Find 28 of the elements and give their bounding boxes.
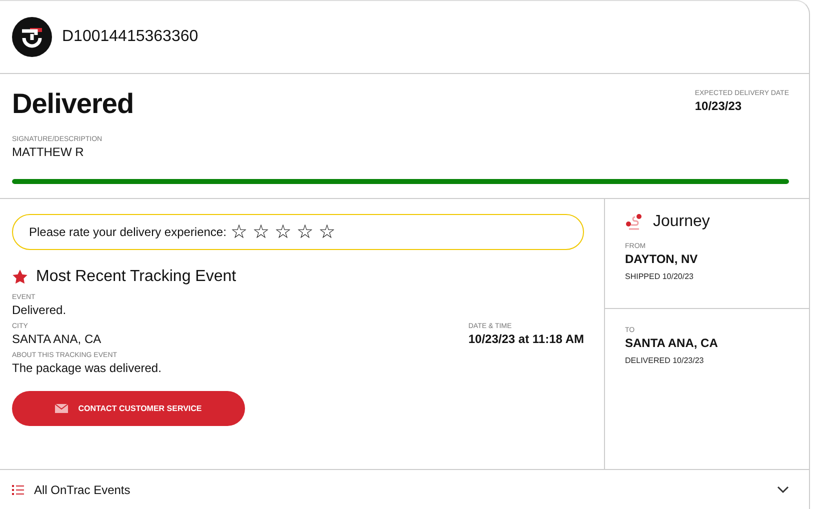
stop-date: SHIPPED 10/20/23 xyxy=(625,272,694,282)
star-icon[interactable]: ☆ xyxy=(230,222,248,242)
chevron-icon[interactable] xyxy=(777,486,789,494)
expected-date: 10/23/23 xyxy=(694,99,743,114)
section-title: Most Recent Tracking Event xyxy=(36,268,236,286)
accordion-title[interactable]: All OnTrac Events xyxy=(34,482,767,497)
route-icon xyxy=(625,213,643,232)
field-value: SANTA ANA, CA xyxy=(12,332,102,346)
rating-prompt: Please rate your delivery experience: xyxy=(29,225,226,240)
star-icon[interactable]: ☆ xyxy=(252,222,270,242)
signature-value: MATTHEW R xyxy=(12,145,85,160)
logo-icon xyxy=(12,17,52,58)
contact-button[interactable]: CONTACT CUSTOMER SERVICE xyxy=(12,391,245,426)
place-name: DAYTON, NV xyxy=(625,252,699,266)
tracking-number: D10014415363360 xyxy=(62,28,198,46)
star-icon[interactable]: ☆ xyxy=(318,222,336,242)
star-icon xyxy=(12,269,28,286)
field-value: 10/23/23 at 11:18 AM xyxy=(468,332,584,346)
journey-title: Journey xyxy=(653,213,710,232)
field-value: The package was delivered. xyxy=(12,361,162,376)
status-title: Delivered xyxy=(12,88,134,120)
star-icon[interactable]: ☆ xyxy=(296,222,314,242)
star-icon[interactable]: ☆ xyxy=(274,222,292,242)
field-value: Delivered. xyxy=(12,303,68,318)
envelope-icon xyxy=(55,404,68,414)
place-name: SANTA ANA, CA xyxy=(625,336,719,350)
stop-date: DELIVERED 10/23/23 xyxy=(625,356,705,366)
list-icon xyxy=(12,484,24,495)
